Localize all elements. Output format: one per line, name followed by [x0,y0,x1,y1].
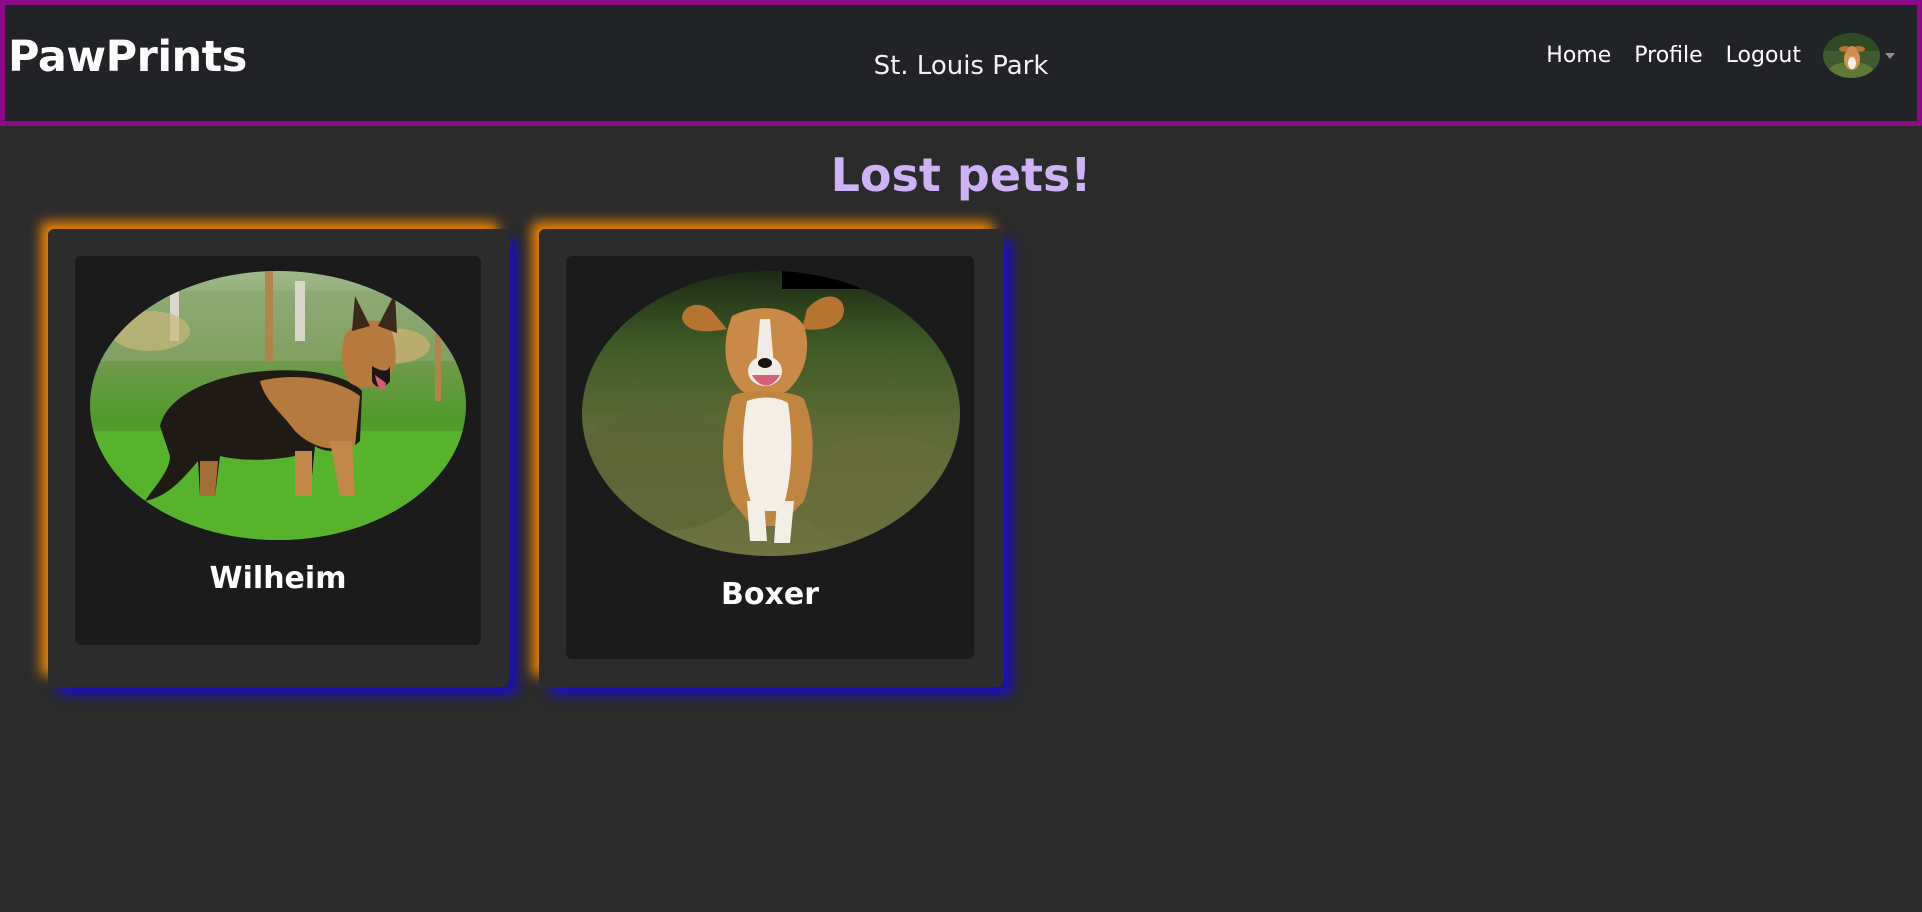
pet-card-inner: Boxer [566,256,974,659]
pet-card[interactable]: Wilheim [48,229,509,687]
pet-photo [90,271,466,540]
nav-profile-link[interactable]: Profile [1634,43,1702,68]
page-title: Lost pets! [830,148,1092,202]
pet-card-inner: Wilheim [75,256,481,645]
nav-home-link[interactable]: Home [1546,43,1611,68]
chevron-down-icon [1885,52,1895,59]
pet-name: Boxer [721,577,819,612]
user-menu-toggle[interactable] [1823,33,1895,78]
pet-name: Wilheim [209,561,347,596]
nav-logout-link[interactable]: Logout [1726,43,1801,68]
pet-card[interactable]: Boxer [539,229,1004,687]
pet-photo [582,271,960,556]
navbar: PawPrints St. Louis Park Home Profile Lo… [0,0,1922,126]
nav-links: Home Profile Logout [1523,33,1895,78]
user-avatar [1823,33,1880,78]
